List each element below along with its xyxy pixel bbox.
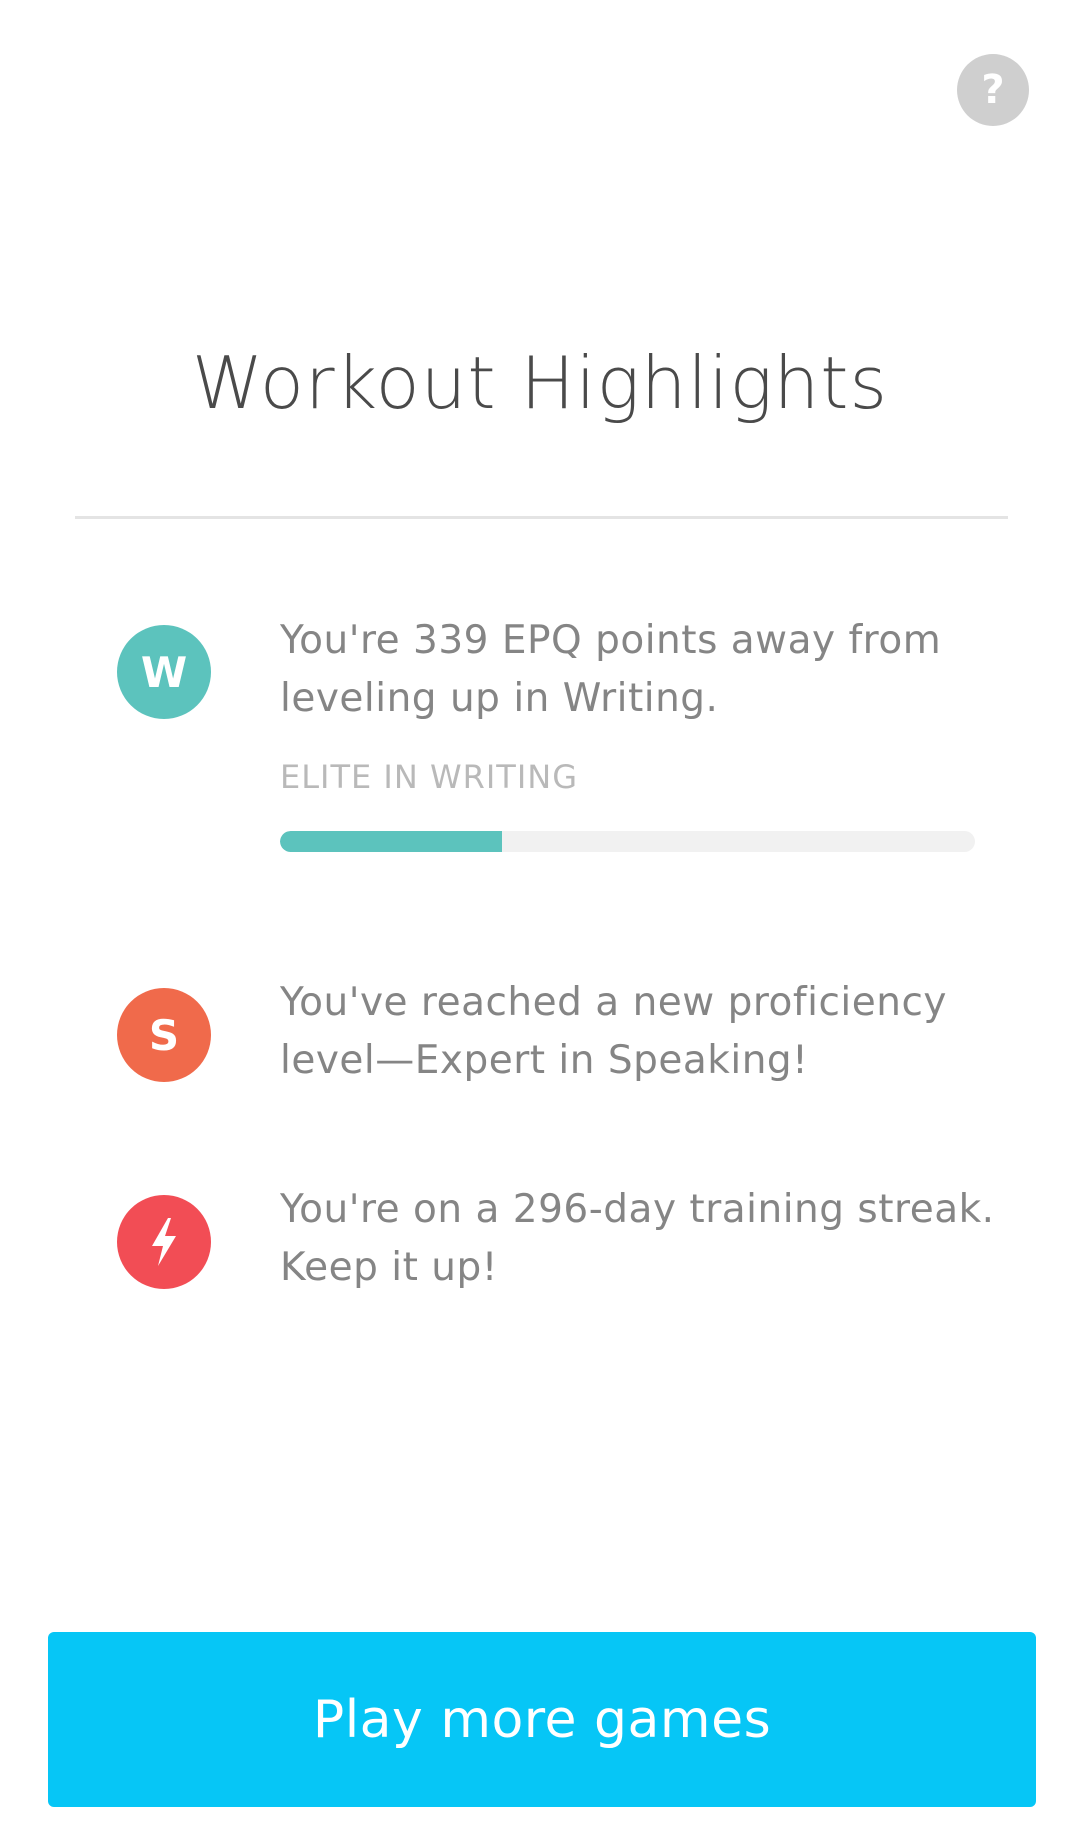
speaking-badge: S: [117, 988, 211, 1082]
writing-badge-letter: W: [140, 647, 188, 697]
writing-badge: W: [117, 625, 211, 719]
play-more-games-button[interactable]: Play more games: [48, 1632, 1036, 1807]
play-more-games-label: Play more games: [312, 1689, 772, 1750]
streak-badge: [117, 1195, 211, 1289]
speaking-badge-letter: S: [148, 1010, 180, 1060]
writing-progress-fill: [280, 831, 503, 852]
writing-level-label: ELITE IN WRITING: [280, 758, 578, 796]
streak-highlight-message: You're on a 296-day training streak. Kee…: [280, 1187, 995, 1290]
page-title: Workout Highlights: [191, 341, 889, 425]
title-divider: [75, 516, 1008, 519]
writing-highlight-message: You're 339 EPQ points away from leveling…: [280, 618, 942, 721]
help-button[interactable]: ?: [957, 54, 1029, 126]
writing-progress-bar: [280, 831, 975, 852]
speaking-highlight-message: You've reached a new proficiency level—E…: [280, 980, 947, 1083]
question-mark-icon: ?: [981, 67, 1005, 113]
lightning-bolt-icon: [152, 1218, 176, 1266]
